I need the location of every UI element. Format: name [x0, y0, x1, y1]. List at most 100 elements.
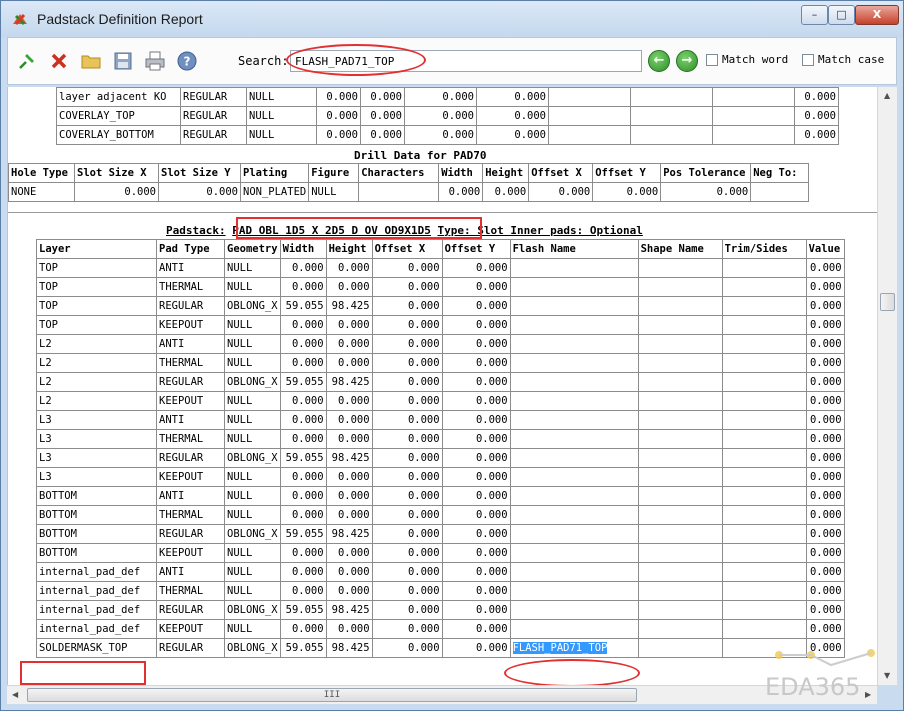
table-cell: [509, 524, 639, 544]
table-row: layer adjacent KO REGULAR NULL 0.000 0.000 0.…: [56, 87, 839, 107]
table-cell: [637, 486, 723, 506]
table-cell: 0.000: [325, 543, 373, 563]
table-cell: BOTTOM: [36, 505, 157, 525]
table-cell: [509, 353, 639, 373]
table-cell: NULL: [246, 125, 317, 145]
vertical-scrollbar[interactable]: ▲ ▼: [877, 87, 897, 685]
table-cell: 0.000: [805, 524, 845, 544]
forward-button[interactable]: →: [676, 50, 698, 72]
save-icon[interactable]: [112, 50, 134, 72]
table-cell: [509, 372, 639, 392]
table-cell: 0.000: [404, 106, 477, 126]
table-cell: [637, 410, 723, 430]
table-cell: 98.425: [325, 638, 373, 658]
table-cell: [637, 619, 723, 639]
column-header: Pad Type: [156, 239, 225, 259]
table-cell: 0.000: [325, 353, 373, 373]
column-header: Offset Y: [441, 239, 511, 259]
table-cell: 59.055: [279, 448, 327, 468]
scroll-up-icon[interactable]: ▲: [884, 91, 890, 100]
table-cell: 0.000: [158, 182, 241, 202]
table-cell: 0.000: [441, 505, 511, 525]
column-header: Offset X: [528, 163, 594, 183]
table-cell: 0.000: [279, 258, 327, 278]
padstack-label: Padstack:: [166, 224, 226, 237]
scroll-left-icon[interactable]: ◀: [12, 690, 18, 699]
table-cell: 0.000: [74, 182, 159, 202]
table-cell: 0.000: [371, 372, 443, 392]
table-cell: [712, 106, 795, 126]
match-word-label: Match word: [722, 53, 789, 66]
table-cell: [721, 581, 807, 601]
table-cell: ANTI: [156, 486, 225, 506]
flash-name-selection[interactable]: FLASH_PAD71_TOP: [512, 642, 608, 654]
scroll-down-icon[interactable]: ▼: [884, 671, 890, 680]
table-cell: OBLONG_X: [224, 524, 281, 544]
table-cell: [721, 543, 807, 563]
table-cell: L3: [36, 448, 157, 468]
close-button[interactable]: X: [855, 5, 899, 25]
table-cell: [721, 562, 807, 582]
column-header: Trim/Sides: [721, 239, 807, 259]
delete-icon[interactable]: [48, 50, 70, 72]
table-cell: internal_pad_def: [36, 562, 157, 582]
table-cell: [509, 505, 639, 525]
pin-icon[interactable]: [16, 50, 38, 72]
upper-pad-table: layer adjacent KO REGULAR NULL 0.000 0.000 0.…: [56, 87, 839, 145]
table-cell: 0.000: [441, 372, 511, 392]
table-cell: 0.000: [316, 125, 361, 145]
title-bar[interactable]: Padstack Definition Report – □ X: [1, 1, 903, 37]
search-input[interactable]: [290, 50, 642, 72]
table-cell: KEEPOUT: [156, 619, 225, 639]
print-icon[interactable]: [144, 50, 166, 72]
table-cell: [637, 391, 723, 411]
table-cell: 0.000: [441, 486, 511, 506]
help-icon[interactable]: ?: [176, 50, 198, 72]
table-cell: [509, 448, 639, 468]
table-cell: 0.000: [371, 543, 443, 563]
table-cell: 0.000: [441, 562, 511, 582]
table-cell: 0.000: [441, 524, 511, 544]
table-cell: 0.000: [360, 87, 405, 107]
table-cell: 0.000: [805, 391, 845, 411]
table-cell: 0.000: [441, 410, 511, 430]
horizontal-scrollbar[interactable]: ◀ III ▶: [7, 685, 877, 704]
open-folder-icon[interactable]: [80, 50, 102, 72]
table-cell: 0.000: [441, 448, 511, 468]
minimize-button[interactable]: –: [801, 5, 828, 25]
table-cell: [721, 372, 807, 392]
table-cell: [509, 315, 639, 335]
back-button[interactable]: ←: [648, 50, 670, 72]
match-word-checkbox[interactable]: [706, 54, 718, 66]
table-cell: 0.000: [441, 296, 511, 316]
padstack-name: PAD OBL 1D5 X 2D5 D OV OD9X1D5: [232, 224, 431, 237]
table-cell: [509, 296, 639, 316]
table-cell: [630, 106, 713, 126]
table-cell: [721, 524, 807, 544]
table-cell: [509, 600, 639, 620]
table-cell: 0.000: [404, 87, 477, 107]
match-case-checkbox[interactable]: [802, 54, 814, 66]
table-cell: OBLONG_X: [224, 448, 281, 468]
column-header: Figure: [308, 163, 360, 183]
table-cell: 0.000: [279, 410, 327, 430]
table-cell: 0.000: [371, 334, 443, 354]
table-cell: [509, 562, 639, 582]
table-cell: [509, 410, 639, 430]
table-cell: 98.425: [325, 524, 373, 544]
table-cell: L2: [36, 391, 157, 411]
table-cell: [548, 87, 631, 107]
table-row: BOTTOM THERMAL NULL 0.000 0.000 0.000 0.000 0.0…: [36, 505, 845, 525]
table-cell: 0.000: [371, 448, 443, 468]
table-cell: [548, 125, 631, 145]
table-row: SOLDERMASK_TOP REGULAR OBLONG_X 59.055 98.42…: [36, 638, 845, 658]
horizontal-scroll-thumb[interactable]: III: [27, 688, 637, 702]
scroll-right-icon[interactable]: ▶: [865, 690, 871, 699]
table-cell: 0.000: [441, 543, 511, 563]
table-cell: [509, 277, 639, 297]
table-cell: 0.000: [279, 429, 327, 449]
table-cell: 0.000: [316, 106, 361, 126]
vertical-scroll-thumb[interactable]: [880, 293, 895, 311]
table-cell: 0.000: [805, 315, 845, 335]
maximize-button[interactable]: □: [828, 5, 855, 25]
